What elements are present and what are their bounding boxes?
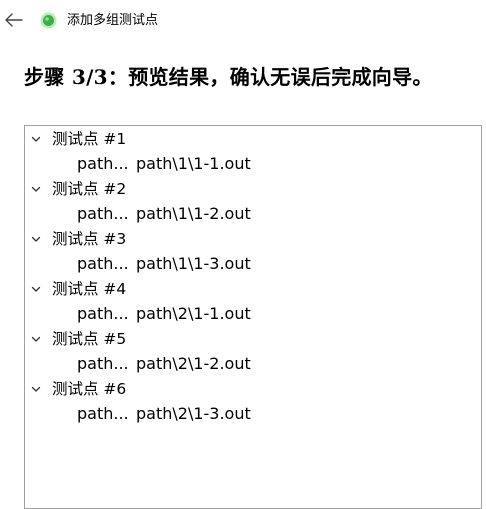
tree-child-input-path: path... (77, 354, 129, 373)
tree-node-row[interactable]: 测试点 #6 (25, 376, 481, 401)
window-title: 添加多组测试点 (67, 13, 159, 28)
green-circle-icon (40, 12, 57, 29)
chevron-down-icon[interactable] (30, 383, 42, 395)
back-button[interactable] (2, 8, 26, 32)
arrow-left-icon (5, 13, 23, 27)
tree-node-label: 测试点 #3 (52, 230, 127, 248)
tree-child-row[interactable]: path... path\1\1-3.out (25, 251, 481, 276)
tree-child-output-path: path\1\1-3.out (136, 254, 251, 273)
tree-node-label: 测试点 #2 (52, 180, 127, 198)
tree-child-row[interactable]: path... path\2\1-1.out (25, 301, 481, 326)
tree-node: 测试点 #5 path... path\2\1-2.out (25, 326, 481, 376)
tree-node: 测试点 #6 path... path\2\1-3.out (25, 376, 481, 426)
tree-node-label: 测试点 #5 (52, 330, 127, 348)
tree-node-row[interactable]: 测试点 #1 (25, 126, 481, 151)
tree-child-input-path: path... (77, 404, 129, 423)
tree-child-input-path: path... (77, 254, 129, 273)
tree-child-row[interactable]: path... path\2\1-2.out (25, 351, 481, 376)
tree-child-row[interactable]: path... path\1\1-1.out (25, 151, 481, 176)
tree-node-label: 测试点 #4 (52, 280, 127, 298)
chevron-down-icon[interactable] (30, 233, 42, 245)
tree-node: 测试点 #3 path... path\1\1-3.out (25, 226, 481, 276)
tree-child-input-path: path... (77, 154, 129, 173)
tree-list: 测试点 #1 path... path\1\1-1.out 测试点 #2 pat… (25, 126, 481, 426)
chevron-down-icon[interactable] (30, 283, 42, 295)
step-heading: 步骤 3/3：预览结果，确认无误后完成向导。 (24, 65, 433, 89)
title-bar: 添加多组测试点 (0, 0, 486, 42)
tree-child-output-path: path\1\1-1.out (136, 154, 251, 173)
tree-node-row[interactable]: 测试点 #5 (25, 326, 481, 351)
tree-child-output-path: path\2\1-1.out (136, 304, 251, 323)
tree-node-row[interactable]: 测试点 #2 (25, 176, 481, 201)
tree-child-row[interactable]: path... path\2\1-3.out (25, 401, 481, 426)
tree-child-output-path: path\2\1-3.out (136, 404, 251, 423)
tree-node: 测试点 #1 path... path\1\1-1.out (25, 126, 481, 176)
tree-child-row[interactable]: path... path\1\1-2.out (25, 201, 481, 226)
chevron-down-icon[interactable] (30, 183, 42, 195)
tree-child-output-path: path\1\1-2.out (136, 204, 251, 223)
chevron-down-icon[interactable] (30, 133, 42, 145)
tree-node-row[interactable]: 测试点 #3 (25, 226, 481, 251)
tree-child-input-path: path... (77, 304, 129, 323)
tree-child-output-path: path\2\1-2.out (136, 354, 251, 373)
tree-node: 测试点 #4 path... path\2\1-1.out (25, 276, 481, 326)
tree-node: 测试点 #2 path... path\1\1-2.out (25, 176, 481, 226)
chevron-down-icon[interactable] (30, 333, 42, 345)
tree-node-row[interactable]: 测试点 #4 (25, 276, 481, 301)
test-point-tree[interactable]: 测试点 #1 path... path\1\1-1.out 测试点 #2 pat… (24, 125, 482, 509)
tree-node-label: 测试点 #1 (52, 130, 127, 148)
tree-node-label: 测试点 #6 (52, 380, 127, 398)
tree-child-input-path: path... (77, 204, 129, 223)
